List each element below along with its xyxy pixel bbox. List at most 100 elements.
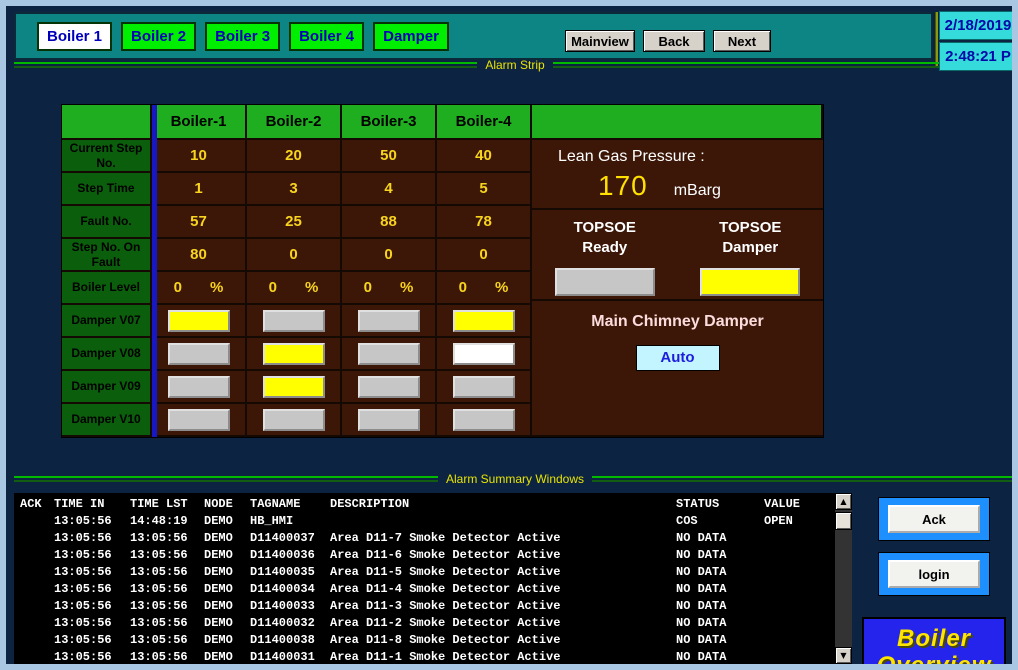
alarm-value <box>764 580 824 597</box>
alarm-strip-label: Alarm Strip <box>477 58 552 72</box>
damper-v10-indicator <box>453 409 515 431</box>
alarm-row[interactable]: 13:05:5613:05:56DEMOD11400035Area D11-5 … <box>20 563 824 580</box>
tab-boiler-2[interactable]: Boiler 2 <box>121 22 196 51</box>
damper-v09-cell <box>342 371 437 404</box>
fault-no-value: 25 <box>247 206 342 239</box>
alarm-node: DEMO <box>204 648 250 664</box>
col-time-lst: TIME LST <box>130 495 204 512</box>
alarm-row[interactable]: 13:05:5613:05:56DEMOD11400036Area D11-6 … <box>20 546 824 563</box>
alarm-time-in: 13:05:56 <box>54 597 130 614</box>
back-button[interactable]: Back <box>643 30 705 52</box>
alarm-description: Area D11-8 Smoke Detector Active <box>330 631 676 648</box>
damper-v08-cell <box>152 338 247 371</box>
row-label-fault-no: Fault No. <box>62 206 152 239</box>
col-tagname: TAGNAME <box>250 495 330 512</box>
boiler-level-value: 0 <box>174 279 182 296</box>
step-time-value: 4 <box>342 173 437 206</box>
step-time-value: 5 <box>437 173 532 206</box>
scroll-down-icon[interactable]: ▼ <box>835 647 852 664</box>
lean-gas-value: 170 <box>598 170 648 202</box>
current-step-value: 10 <box>152 140 247 173</box>
alarm-node: DEMO <box>204 580 250 597</box>
damper-v10-indicator <box>168 409 230 431</box>
blue-column-divider <box>152 105 157 437</box>
alarm-horizontal-scrollbar[interactable]: ◄ ► <box>14 665 852 670</box>
alarm-summary-label: Alarm Summary Windows <box>438 472 592 486</box>
tab-damper[interactable]: Damper <box>373 22 449 51</box>
alarm-value <box>764 529 824 546</box>
tab-boiler-4[interactable]: Boiler 4 <box>289 22 364 51</box>
damper-v09-cell <box>247 371 342 404</box>
alarm-time-in: 13:05:56 <box>54 631 130 648</box>
ack-button[interactable]: Ack <box>888 505 980 533</box>
alarm-time-in: 13:05:56 <box>54 529 130 546</box>
alarm-tagname: D11400035 <box>250 563 330 580</box>
tab-boiler-3[interactable]: Boiler 3 <box>205 22 280 51</box>
chimney-mode-button[interactable]: Auto <box>636 345 720 371</box>
alarm-row[interactable]: 13:05:5613:05:56DEMOD11400033Area D11-3 … <box>20 597 824 614</box>
alarm-ack <box>20 631 54 648</box>
ack-button-frame: Ack <box>878 497 990 541</box>
current-step-value: 20 <box>247 140 342 173</box>
topsoe-section: TOPSOE Ready TOPSOE Damper <box>532 210 823 301</box>
right-info-panel: Lean Gas Pressure : 170 mBarg TOPSOE Rea… <box>532 140 823 437</box>
alarm-ack <box>20 546 54 563</box>
alarm-ack <box>20 512 54 529</box>
alarm-vertical-scrollbar[interactable]: ▲ ▼ <box>835 493 852 664</box>
percent-unit: % <box>400 279 413 296</box>
alarm-value <box>764 563 824 580</box>
alarm-row[interactable]: 13:05:5613:05:56DEMOD11400034Area D11-4 … <box>20 580 824 597</box>
current-step-value: 40 <box>437 140 532 173</box>
alarm-tagname: D11400037 <box>250 529 330 546</box>
alarm-status: NO DATA <box>676 529 764 546</box>
alarm-value: OPEN <box>764 512 824 529</box>
row-label-current-step: Current Step No. <box>62 140 152 173</box>
fault-no-value: 88 <box>342 206 437 239</box>
alarm-ack <box>20 614 54 631</box>
alarm-status: NO DATA <box>676 648 764 664</box>
alarm-row[interactable]: 13:05:5613:05:56DEMOD11400037Area D11-7 … <box>20 529 824 546</box>
scroll-left-icon[interactable]: ◄ <box>14 665 28 670</box>
alarm-time-lst: 13:05:56 <box>130 648 204 664</box>
scrollbar-thumb[interactable] <box>835 512 852 530</box>
alarm-value <box>764 546 824 563</box>
percent-unit: % <box>210 279 223 296</box>
damper-v09-cell <box>152 371 247 404</box>
alarm-node: DEMO <box>204 529 250 546</box>
chimney-section: Main Chimney Damper Auto <box>532 301 823 435</box>
damper-v08-indicator <box>358 343 420 365</box>
alarm-row[interactable]: 13:05:5613:05:56DEMOD11400032Area D11-2 … <box>20 614 824 631</box>
alarm-ack <box>20 529 54 546</box>
damper-v08-cell <box>342 338 437 371</box>
mainview-button[interactable]: Mainview <box>565 30 635 52</box>
alarm-tagname: D11400032 <box>250 614 330 631</box>
alarm-time-in: 13:05:56 <box>54 512 130 529</box>
next-button[interactable]: Next <box>713 30 771 52</box>
row-label-damper-v09: Damper V09 <box>62 371 152 404</box>
lean-gas-section: Lean Gas Pressure : 170 mBarg <box>532 140 823 210</box>
percent-unit: % <box>305 279 318 296</box>
lean-gas-label: Lean Gas Pressure : <box>558 148 823 166</box>
alarm-description: Area D11-7 Smoke Detector Active <box>330 529 676 546</box>
alarm-description: Area D11-1 Smoke Detector Active <box>330 648 676 664</box>
tab-boiler-1[interactable]: Boiler 1 <box>37 22 112 51</box>
scroll-right-icon[interactable]: ► <box>838 665 852 670</box>
column-header-boiler-4: Boiler-4 <box>437 105 532 140</box>
alarm-description <box>330 512 676 529</box>
topsoe-ready-label-line2: Ready <box>582 239 627 256</box>
alarm-strip-separator: Alarm Strip <box>14 58 1016 72</box>
row-label-boiler-level: Boiler Level <box>62 272 152 305</box>
scroll-up-icon[interactable]: ▲ <box>835 493 852 510</box>
boiler-level-cell: 0 % <box>342 272 437 305</box>
horizontal-scrollbar-track[interactable] <box>42 665 838 670</box>
horizontal-scrollbar-thumb[interactable] <box>28 665 42 670</box>
step-on-fault-value: 80 <box>152 239 247 272</box>
login-button[interactable]: login <box>888 560 980 588</box>
alarm-row[interactable]: 13:05:5613:05:56DEMOD11400038Area D11-8 … <box>20 631 824 648</box>
alarm-value <box>764 648 824 664</box>
damper-v10-cell <box>342 404 437 437</box>
alarm-row[interactable]: 13:05:5613:05:56DEMOD11400031Area D11-1 … <box>20 648 824 664</box>
alarm-row[interactable]: 13:05:5614:48:19DEMOHB_HMICOSOPEN <box>20 512 824 529</box>
damper-v09-indicator <box>168 376 230 398</box>
damper-v07-cell <box>152 305 247 338</box>
